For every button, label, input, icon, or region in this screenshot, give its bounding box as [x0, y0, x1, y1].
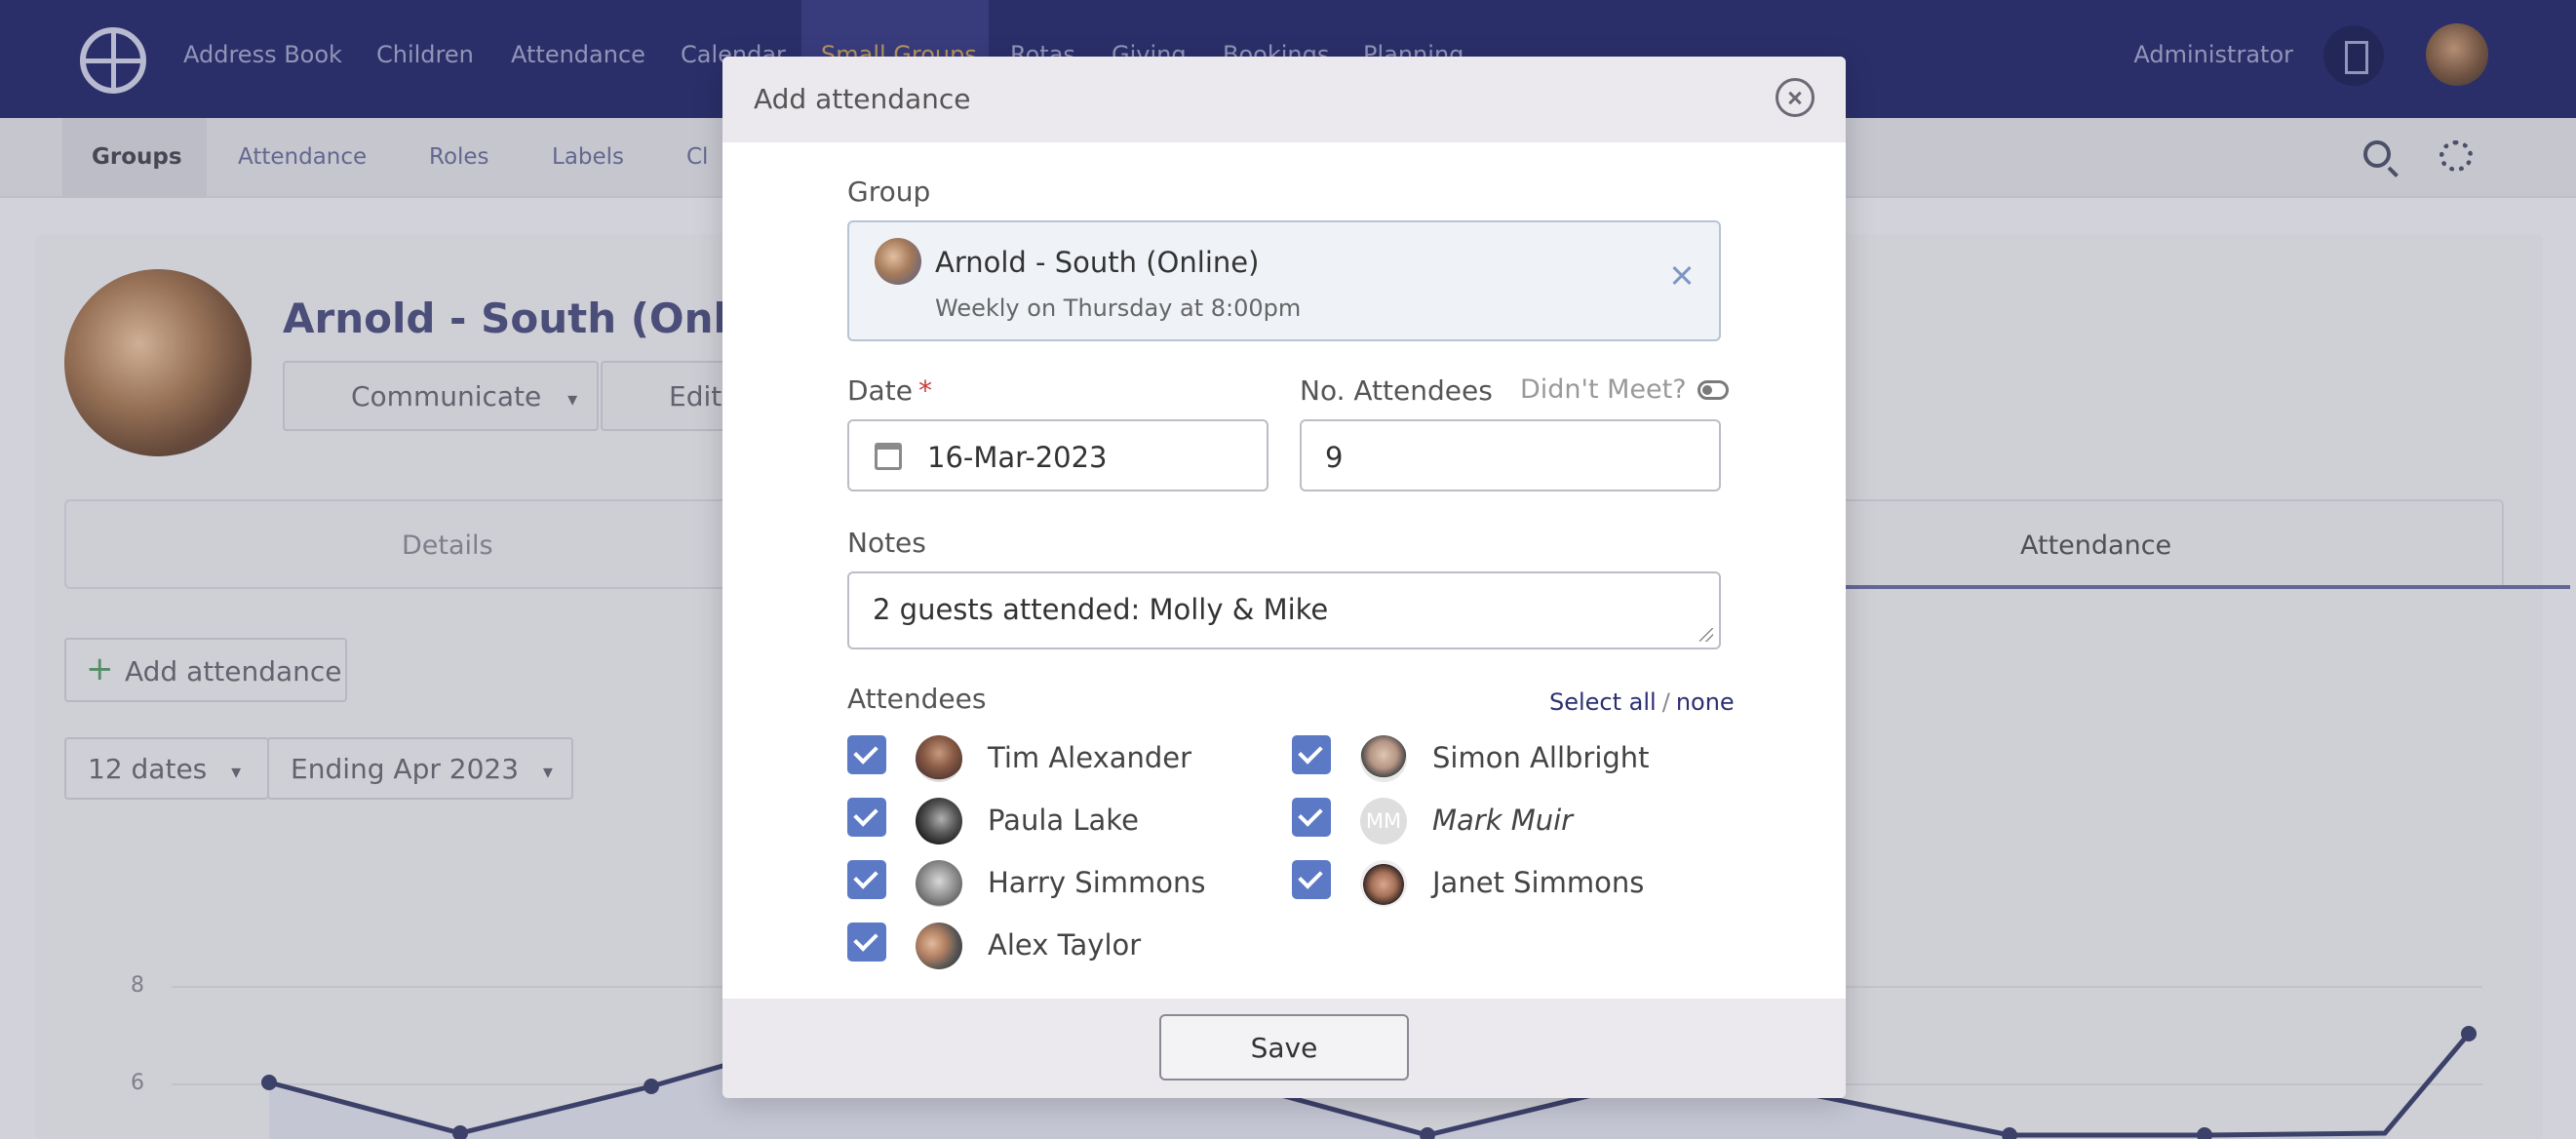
clear-group-icon[interactable]: [1668, 261, 1698, 291]
group-label: Group: [847, 176, 931, 208]
attendee-name: Simon Allbright: [1432, 741, 1650, 774]
select-none-link[interactable]: none: [1676, 688, 1735, 716]
add-attendance-modal: Add attendance Group Arnold - South (Onl…: [722, 57, 1846, 1098]
attendee-row: Tim Alexander: [847, 735, 1237, 784]
selected-group-schedule: Weekly on Thursday at 8:00pm: [935, 295, 1302, 322]
attendee-name: Janet Simmons: [1432, 866, 1645, 899]
select-all-none: Select all / none: [1549, 688, 1735, 716]
date-label: Date *: [847, 374, 932, 407]
attendee-checkbox[interactable]: [847, 860, 886, 899]
attendees-label: Attendees: [847, 683, 987, 715]
attendee-initials-avatar: MM: [1360, 798, 1407, 844]
attendee-row: Alex Taylor: [847, 923, 1237, 971]
modal-header: Add attendance: [722, 57, 1846, 142]
resize-handle-icon[interactable]: [1699, 628, 1713, 642]
calendar-icon: [875, 443, 902, 470]
save-button[interactable]: Save: [1159, 1014, 1409, 1080]
selected-group-name: Arnold - South (Online): [935, 246, 1260, 279]
didnt-meet-toggle[interactable]: [1698, 380, 1729, 400]
didnt-meet-label: Didn't Meet?: [1520, 374, 1687, 405]
attendee-name: Tim Alexander: [988, 741, 1192, 774]
attendee-name: Paula Lake: [988, 804, 1139, 837]
date-label-text: Date: [847, 374, 913, 407]
attendee-checkbox[interactable]: [847, 735, 886, 774]
date-input[interactable]: 16-Mar-2023: [847, 419, 1268, 491]
attendee-checkbox[interactable]: [847, 798, 886, 837]
modal-footer: Save: [722, 999, 1846, 1098]
no-attendees-input[interactable]: 9: [1300, 419, 1721, 491]
notes-value: 2 guests attended: Molly & Mike: [873, 593, 1329, 626]
notes-label: Notes: [847, 527, 926, 559]
attendee-avatar: [1360, 735, 1407, 782]
attendee-row: Janet Simmons: [1292, 860, 1682, 909]
attendee-row: Harry Simmons: [847, 860, 1237, 909]
attendee-name: Harry Simmons: [988, 866, 1206, 899]
group-selector[interactable]: Arnold - South (Online) Weekly on Thursd…: [847, 220, 1721, 341]
modal-title: Add attendance: [754, 83, 971, 115]
attendee-name: Alex Taylor: [988, 928, 1142, 962]
select-separator: /: [1661, 688, 1670, 716]
close-icon[interactable]: [1776, 78, 1815, 117]
attendee-avatar: [916, 860, 962, 907]
attendee-avatar: [1360, 860, 1407, 907]
attendee-checkbox[interactable]: [1292, 860, 1331, 899]
attendee-avatar: [916, 735, 962, 782]
attendee-row: MM Mark Muir: [1292, 798, 1682, 846]
date-value: 16-Mar-2023: [927, 441, 1108, 474]
attendee-avatar: [916, 798, 962, 844]
required-asterisk: *: [917, 374, 932, 407]
attendee-avatar: [916, 923, 962, 969]
attendee-row: Paula Lake: [847, 798, 1237, 846]
attendee-checkbox[interactable]: [1292, 798, 1331, 837]
attendee-row: Simon Allbright: [1292, 735, 1682, 784]
no-attendees-label: No. Attendees: [1300, 374, 1493, 407]
no-attendees-value: 9: [1325, 441, 1344, 474]
attendee-checkbox[interactable]: [847, 923, 886, 962]
attendee-checkbox[interactable]: [1292, 735, 1331, 774]
attendee-name: Mark Muir: [1432, 804, 1574, 837]
group-thumbnail-avatar: [875, 238, 921, 285]
notes-textarea[interactable]: 2 guests attended: Molly & Mike: [847, 571, 1721, 649]
select-all-link[interactable]: Select all: [1549, 688, 1657, 716]
